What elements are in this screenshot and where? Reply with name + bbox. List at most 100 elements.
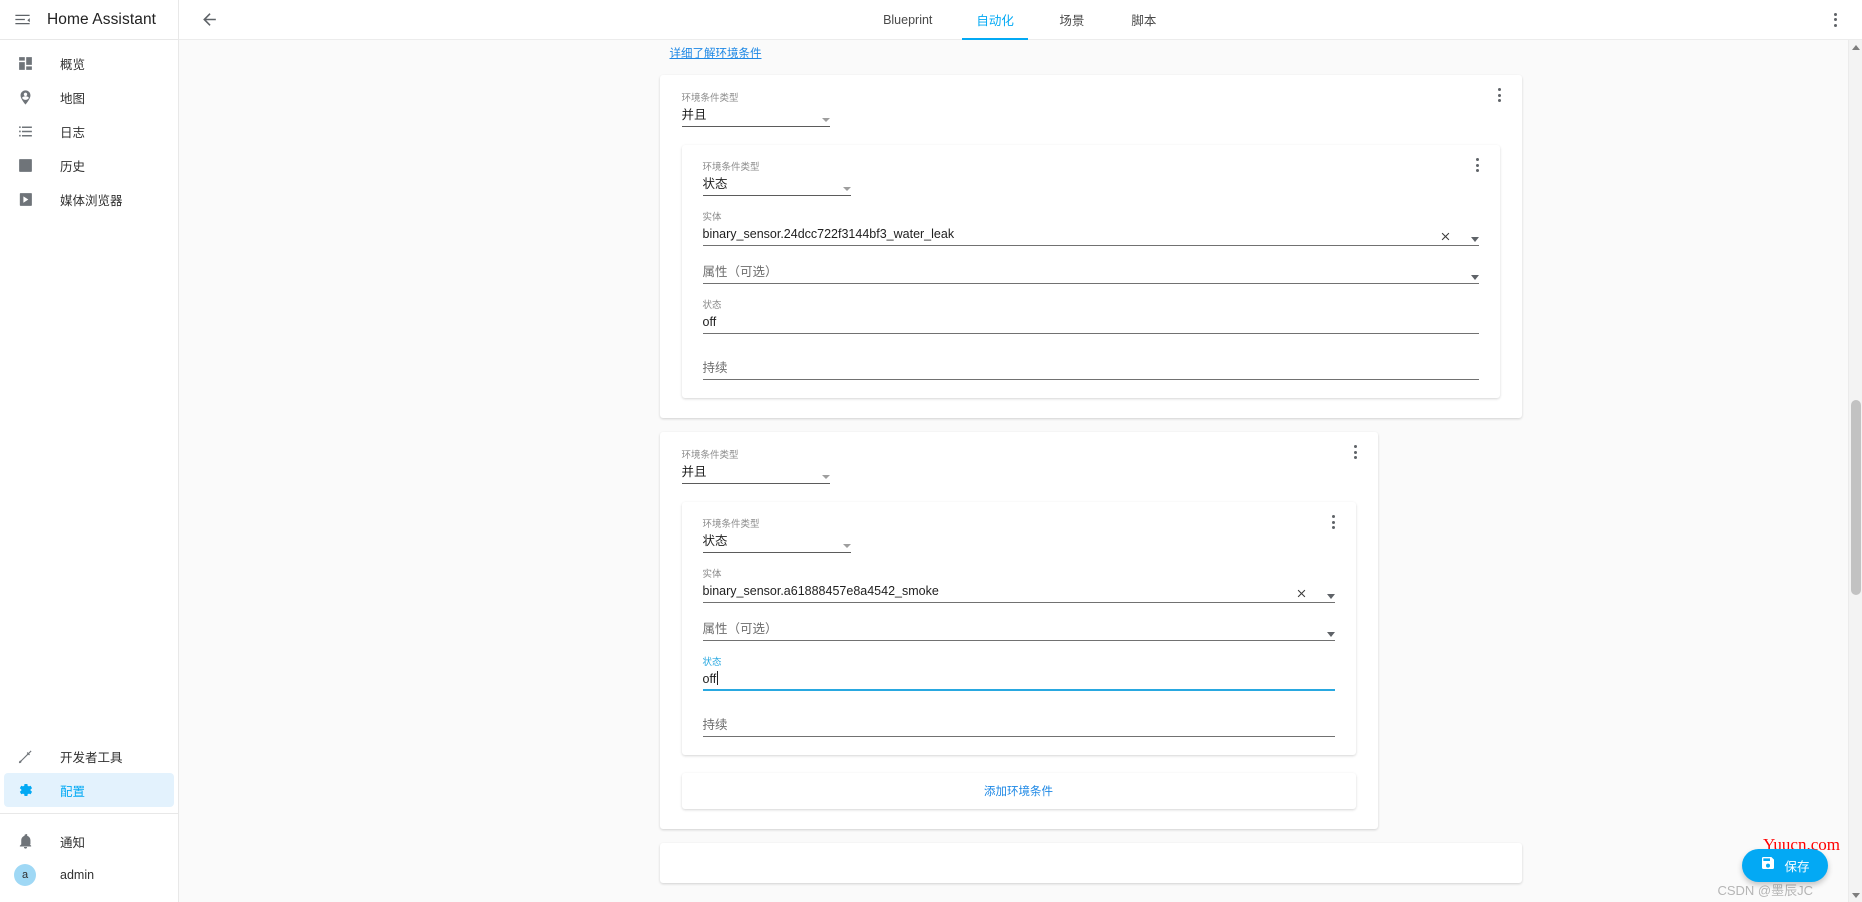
field-placeholder: 持续	[702, 718, 728, 732]
play-box-icon	[14, 188, 36, 210]
state-input-value[interactable]: off	[703, 669, 1335, 689]
sidebar-item-map[interactable]: 地图	[4, 80, 174, 114]
condition-editor-column: 详细了解环境条件 环境条件类型 并且 环境条件类型 状态 实体 binary_s…	[659, 40, 1522, 902]
close-icon[interactable]	[1437, 227, 1455, 245]
sidebar-nav-list: 概览 地图 日志 历史 媒体浏览器	[0, 40, 178, 216]
sidebar-item-label: 开发者工具	[60, 750, 123, 765]
chevron-down-icon[interactable]	[1470, 275, 1479, 280]
state-input-value[interactable]: off	[703, 312, 1479, 332]
add-condition-button[interactable]: 添加环境条件	[681, 773, 1356, 809]
sidebar-header: Home Assistant	[0, 0, 178, 40]
sidebar-item-notifications[interactable]: 通知	[4, 824, 174, 858]
chevron-down-icon[interactable]	[821, 475, 830, 479]
vertical-scrollbar[interactable]	[1848, 40, 1862, 902]
condition-subcard-1: 环境条件类型 状态 实体 binary_sensor.24dcc722f3144…	[681, 145, 1500, 398]
save-button[interactable]: 保存	[1742, 849, 1828, 882]
field-label: 实体	[702, 212, 722, 223]
sub-condition-type-select-1[interactable]: 环境条件类型 状态	[702, 162, 851, 196]
field-underline	[702, 552, 851, 553]
sub-condition-type-select-2[interactable]: 环境条件类型 状态	[702, 519, 851, 553]
field-underline-focused	[702, 689, 1335, 691]
condition-type-select-1[interactable]: 环境条件类型 并且	[681, 93, 830, 127]
tab-script[interactable]: 脚本	[1108, 0, 1180, 40]
field-underline	[681, 126, 830, 127]
condition-card-3-partial	[659, 843, 1522, 883]
attribute-field-2[interactable]: 属性（可选）	[702, 619, 1335, 641]
tab-automation[interactable]: 自动化	[954, 0, 1036, 40]
scroll-up-arrow-icon[interactable]	[1849, 40, 1862, 54]
format-list-bulleted-icon	[14, 120, 36, 142]
condition-type-select-2[interactable]: 环境条件类型 并且	[681, 450, 830, 484]
map-marker-account-icon	[14, 86, 36, 108]
condition-subcard-1-overflow-icon[interactable]	[1466, 153, 1490, 177]
watermark-grey: CSDN @墨辰JC	[1717, 883, 1813, 898]
sidebar-item-label: 地图	[60, 91, 86, 106]
field-label: 状态	[702, 300, 722, 311]
content-scroll-region[interactable]: 详细了解环境条件 环境条件类型 并且 环境条件类型 状态 实体 binary_s…	[179, 40, 1862, 902]
field-underline	[681, 483, 830, 484]
sidebar-item-overview[interactable]: 概览	[4, 46, 174, 80]
entity-field-2[interactable]: 实体 binary_sensor.a61888457e8a4542_smoke	[702, 569, 1335, 603]
entity-input-value[interactable]: binary_sensor.24dcc722f3144bf3_water_lea…	[703, 224, 1479, 244]
hammer-icon	[14, 745, 36, 767]
overflow-dots	[1498, 88, 1501, 102]
duration-field-2[interactable]: 持续	[702, 715, 1335, 737]
field-underline	[702, 283, 1479, 284]
field-value: 状态	[702, 177, 728, 191]
chevron-down-icon[interactable]	[821, 118, 830, 122]
condition-card-1-body: 环境条件类型 并且 环境条件类型 状态 实体 binary_sensor.24d…	[660, 75, 1522, 418]
chart-box-icon	[14, 154, 36, 176]
entity-input-value[interactable]: binary_sensor.a61888457e8a4542_smoke	[703, 581, 1335, 601]
tab-scene[interactable]: 场景	[1036, 0, 1108, 40]
chevron-down-icon[interactable]	[1470, 237, 1479, 242]
sidebar-item-label: 媒体浏览器	[60, 193, 123, 208]
sidebar-item-label: 概览	[60, 57, 86, 72]
learn-more-conditions-link[interactable]: 详细了解环境条件	[670, 45, 762, 61]
condition-card-2-overflow-icon[interactable]	[1344, 440, 1368, 464]
state-field-1[interactable]: 状态 off	[702, 300, 1479, 334]
chevron-down-icon[interactable]	[1326, 594, 1335, 599]
attribute-field-1[interactable]: 属性（可选）	[702, 262, 1479, 284]
condition-card-1-overflow-icon[interactable]	[1488, 83, 1512, 107]
condition-card-1: 环境条件类型 并且 环境条件类型 状态 实体 binary_sensor.24d…	[659, 75, 1522, 418]
sidebar-item-media-browser[interactable]: 媒体浏览器	[4, 182, 174, 216]
field-underline	[702, 736, 1335, 737]
sidebar-item-label: 日志	[60, 125, 86, 140]
chevron-down-icon[interactable]	[842, 187, 851, 191]
overflow-dots	[1354, 445, 1357, 459]
cog-icon	[14, 779, 36, 801]
sidebar-item-logbook[interactable]: 日志	[4, 114, 174, 148]
condition-card-2: 环境条件类型 并且 环境条件类型 状态 实体 binary_sensor.a61…	[659, 432, 1378, 829]
field-placeholder: 属性（可选）	[702, 622, 778, 636]
sidebar-item-label: 历史	[60, 159, 86, 174]
sidebar-item-label: 配置	[60, 784, 86, 799]
field-label: 环境条件类型	[681, 450, 739, 461]
duration-field-1[interactable]: 持续	[702, 358, 1479, 380]
sidebar-item-configuration[interactable]: 配置	[4, 773, 174, 807]
close-icon[interactable]	[1293, 584, 1311, 602]
hamburger-menu-icon[interactable]	[9, 7, 35, 33]
field-underline	[702, 379, 1479, 380]
field-label: 环境条件类型	[702, 519, 760, 530]
sidebar-item-developer-tools[interactable]: 开发者工具	[4, 739, 174, 773]
entity-field-1[interactable]: 实体 binary_sensor.24dcc722f3144bf3_water_…	[702, 212, 1479, 246]
condition-subcard-2-overflow-icon[interactable]	[1322, 510, 1346, 534]
save-button-label: 保存	[1784, 860, 1810, 874]
state-field-2[interactable]: 状态 off	[702, 657, 1335, 691]
content-save-icon	[1760, 855, 1776, 876]
main-area: Blueprint 自动化 场景 脚本 详细了解环境条件 环境条件类型 并且 环…	[179, 0, 1862, 902]
condition-subcard-1-body: 环境条件类型 状态 实体 binary_sensor.24dcc722f3144…	[682, 145, 1500, 398]
sidebar-item-label: admin	[60, 868, 95, 882]
sidebar-item-label: 通知	[60, 835, 86, 850]
chevron-down-icon[interactable]	[842, 544, 851, 548]
scrollbar-thumb[interactable]	[1851, 400, 1861, 595]
field-label: 环境条件类型	[702, 162, 760, 173]
topbar: Blueprint 自动化 场景 脚本	[179, 0, 1862, 40]
chevron-down-icon[interactable]	[1326, 632, 1335, 637]
field-value: 并且	[681, 108, 707, 122]
scroll-down-arrow-icon[interactable]	[1849, 888, 1862, 902]
sidebar-item-user[interactable]: a admin	[4, 858, 174, 892]
tab-blueprint[interactable]: Blueprint	[861, 0, 954, 40]
field-underline	[702, 333, 1479, 334]
sidebar-item-history[interactable]: 历史	[4, 148, 174, 182]
